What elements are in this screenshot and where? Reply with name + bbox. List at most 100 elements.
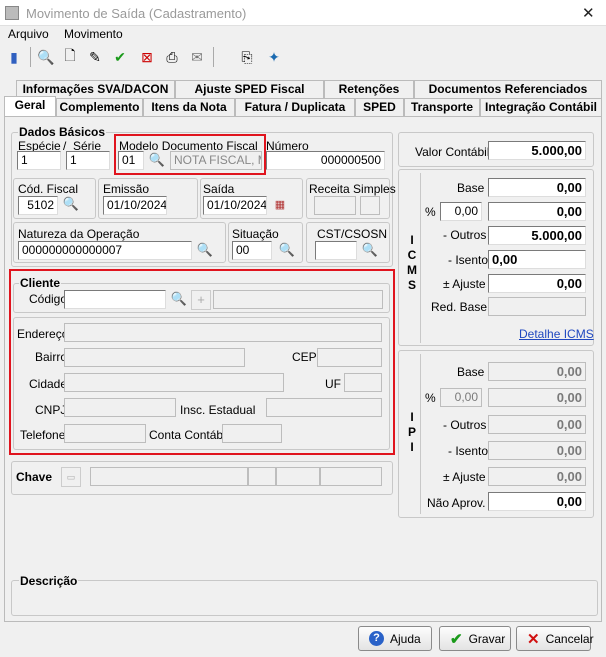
ipi-naoaprov-input[interactable]: 0,00 bbox=[488, 492, 586, 511]
cfop-label: Cód. Fiscal bbox=[18, 182, 79, 196]
tab-sped[interactable]: SPED bbox=[355, 98, 404, 116]
natureza-search-icon[interactable]: 🔍 bbox=[195, 241, 215, 261]
tab-integracao-contabil[interactable]: Integração Contábil bbox=[480, 98, 602, 116]
icms-outros-input[interactable]: 5.000,00 bbox=[488, 226, 586, 245]
ipi-ajuste-field: 0,00 bbox=[488, 467, 586, 486]
ipi-ajuste-label: ± Ajuste bbox=[443, 470, 486, 484]
cliente-title: Cliente bbox=[19, 276, 62, 290]
calendar-icon[interactable]: ▦ bbox=[270, 196, 290, 216]
icms-base-label: Base bbox=[457, 181, 485, 195]
conta-contabil-field bbox=[222, 424, 282, 443]
print-icon[interactable]: ⎙ bbox=[162, 46, 182, 68]
tab-itens-nota[interactable]: Itens da Nota bbox=[143, 98, 235, 116]
icms-aliq-input[interactable]: 0,00 bbox=[488, 202, 586, 221]
ajuda-button[interactable]: ? Ajuda bbox=[358, 626, 432, 651]
valor-contabil-input[interactable]: 5.000,00 bbox=[488, 141, 586, 160]
natureza-input[interactable]: 000000000000007 bbox=[18, 241, 192, 260]
window-title: Movimento de Saída (Cadastramento) bbox=[26, 6, 247, 21]
check-icon: ✔ bbox=[450, 630, 463, 648]
icms-base-input[interactable]: 0,00 bbox=[488, 178, 586, 197]
mail-icon[interactable]: ✉ bbox=[187, 46, 207, 68]
tab-fatura-duplicata[interactable]: Fatura / Duplicata bbox=[235, 98, 355, 116]
ipi-pct-label: % bbox=[425, 391, 436, 405]
nfe-icon[interactable]: ✦ bbox=[264, 46, 284, 68]
chave-field-1 bbox=[90, 467, 248, 486]
help-icon: ? bbox=[369, 631, 384, 646]
icms-ajuste-input[interactable]: 0,00 bbox=[488, 274, 586, 293]
endereco-label: Endereço bbox=[17, 327, 69, 341]
ajuda-label: Ajuda bbox=[390, 631, 421, 646]
iss-icon[interactable]: ⎘ bbox=[237, 46, 257, 68]
tabs-bottom-row: Geral Complemento Itens da Nota Fatura /… bbox=[0, 96, 606, 117]
tab-retencoes[interactable]: Retenções bbox=[324, 80, 414, 98]
menu-arquivo[interactable]: Arquivo bbox=[8, 27, 49, 41]
icms-vertical-label: ICMS bbox=[405, 233, 419, 293]
chave-field-3 bbox=[276, 467, 320, 486]
gravar-label: Gravar bbox=[468, 631, 506, 646]
tab-ajuste-sped[interactable]: Ajuste SPED Fiscal bbox=[175, 80, 324, 98]
detalhe-icms-link[interactable]: Detalhe ICMS bbox=[519, 327, 594, 341]
gravar-button[interactable]: ✔ Gravar bbox=[439, 626, 511, 651]
conta-contabil-label: Conta Contábil bbox=[149, 428, 229, 442]
modelo-highlight-box bbox=[114, 134, 266, 175]
cancelar-button[interactable]: ✕ Cancelar bbox=[516, 626, 594, 651]
cep-field bbox=[317, 348, 382, 367]
exit-icon[interactable]: ▮ bbox=[4, 46, 24, 68]
serie-input[interactable]: 1 bbox=[66, 151, 110, 170]
uf-field bbox=[344, 373, 382, 392]
tabs-top-row: Informações SVA/DACON Ajuste SPED Fiscal… bbox=[0, 80, 606, 98]
search-icon[interactable]: 🔍 bbox=[36, 46, 56, 68]
situacao-input[interactable]: 00 bbox=[232, 241, 272, 260]
cnpj-field bbox=[64, 398, 176, 417]
dados-basicos-title: Dados Básicos bbox=[18, 125, 107, 139]
descricao-label: Descrição bbox=[19, 574, 79, 588]
especie-input[interactable]: 1 bbox=[17, 151, 61, 170]
tab-geral[interactable]: Geral bbox=[4, 96, 56, 117]
tab-complemento[interactable]: Complemento bbox=[56, 98, 143, 116]
icms-pct-label: % bbox=[425, 205, 436, 219]
delete-icon[interactable]: ⊠ bbox=[137, 46, 157, 68]
menu-movimento[interactable]: Movimento bbox=[64, 27, 123, 41]
cliente-add-icon: + bbox=[191, 290, 211, 310]
cfop-search-icon[interactable]: 🔍 bbox=[61, 195, 81, 215]
toolbar: ▮ 🔍 🗋 ✎ ✔ ⊠ ⎙ ✉ ⎘ ✦ bbox=[0, 43, 606, 71]
saida-label: Saída bbox=[203, 182, 235, 196]
uf-label: UF bbox=[325, 377, 341, 391]
codigo-input[interactable] bbox=[64, 290, 166, 309]
cliente-search-icon[interactable]: 🔍 bbox=[169, 290, 189, 310]
icms-isento-label: - Isento bbox=[448, 253, 489, 267]
close-icon[interactable]: ✕ bbox=[582, 4, 595, 22]
cst-search-icon[interactable]: 🔍 bbox=[360, 241, 380, 261]
chave-field-4 bbox=[320, 467, 382, 486]
tab-docs-referenciados[interactable]: Documentos Referenciados bbox=[414, 80, 602, 98]
cidade-field bbox=[64, 373, 284, 392]
emissao-label: Emissão bbox=[103, 182, 150, 196]
saida-input[interactable]: 01/10/2024 bbox=[203, 196, 267, 215]
cliente-nome-field bbox=[213, 290, 383, 309]
ipi-outros-label: - Outros bbox=[443, 418, 487, 432]
edit-icon[interactable]: ✎ bbox=[85, 46, 105, 68]
check-icon[interactable]: ✔ bbox=[110, 46, 130, 68]
cancelar-label: Cancelar bbox=[545, 631, 594, 646]
cidade-label: Cidade bbox=[29, 377, 68, 391]
icms-isento-input[interactable]: 0,00 bbox=[488, 250, 586, 269]
telefone-field bbox=[64, 424, 146, 443]
emissao-input[interactable]: 01/10/2024 bbox=[103, 196, 167, 215]
icms-outros-label: - Outros bbox=[443, 228, 487, 242]
numero-input[interactable]: 000000500 bbox=[266, 151, 385, 170]
cst-input[interactable] bbox=[315, 241, 357, 260]
cfop-input[interactable]: 5102 bbox=[18, 196, 58, 215]
ipi-vertical-label: IPI bbox=[405, 410, 419, 455]
situacao-search-icon[interactable]: 🔍 bbox=[277, 241, 297, 261]
valor-contabil-label: Valor Contábil bbox=[415, 145, 490, 159]
icms-pct-input[interactable]: 0,00 bbox=[440, 202, 482, 221]
telefone-label: Telefone bbox=[20, 428, 66, 442]
new-document-icon[interactable]: 🗋 bbox=[60, 46, 80, 68]
cancel-x-icon: ✕ bbox=[527, 630, 540, 648]
natureza-label: Natureza da Operação bbox=[18, 227, 140, 241]
receita-button bbox=[360, 196, 380, 215]
bairro-label: Bairro bbox=[35, 350, 68, 364]
chave-label: Chave bbox=[16, 470, 53, 484]
ipi-aliq-field: 0,00 bbox=[488, 388, 586, 407]
tab-transporte[interactable]: Transporte bbox=[404, 98, 480, 116]
